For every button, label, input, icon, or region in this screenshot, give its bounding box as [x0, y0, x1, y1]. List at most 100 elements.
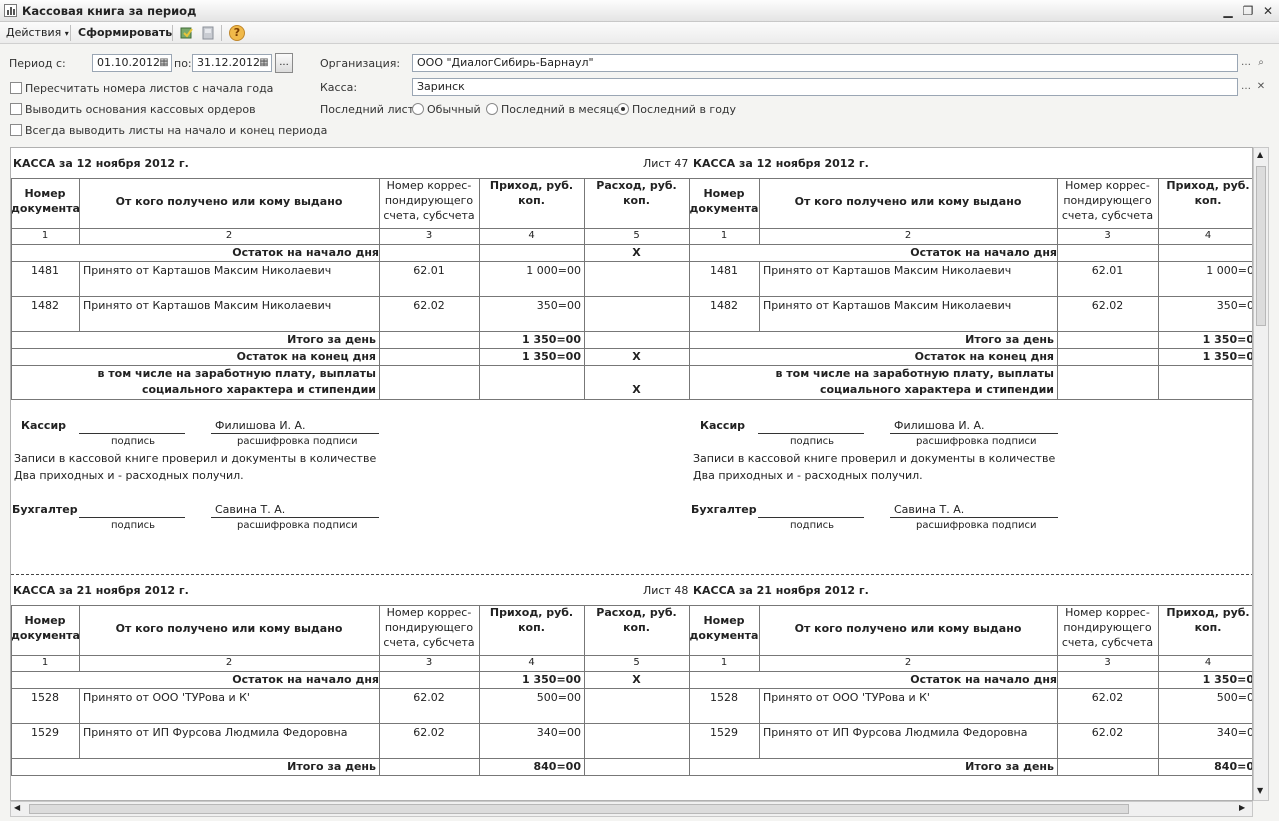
- table-rule: [584, 365, 585, 399]
- doc-number: 1528: [710, 691, 738, 704]
- verification-note: Записи в кассовой книге проверил и докум…: [14, 452, 377, 465]
- window-title: Кассовая книга за период: [22, 4, 197, 18]
- table-rule: [1158, 365, 1159, 399]
- table-rule: [11, 605, 12, 671]
- show-basis-checkbox[interactable]: [10, 103, 22, 115]
- total-amount: 1 350=00: [522, 333, 581, 346]
- clear-icon[interactable]: ✕: [1254, 78, 1268, 96]
- actions-menu[interactable]: Действия ▾: [6, 25, 69, 41]
- table-rule: [689, 348, 690, 365]
- account-number: 62.02: [413, 726, 445, 739]
- x-mark: X: [632, 350, 641, 363]
- table-rule: [11, 671, 1252, 672]
- table-rule: [689, 365, 690, 399]
- total-amount: 840=00: [533, 760, 582, 773]
- scrollbar-thumb[interactable]: [1256, 166, 1266, 326]
- table-rule: [1057, 758, 1058, 775]
- column-header: Номер документа: [689, 187, 759, 215]
- scroll-down-icon[interactable]: ▼: [1257, 786, 1263, 795]
- doc-number: 1482: [31, 299, 59, 312]
- table-rule: [379, 178, 380, 244]
- table-rule: [1158, 671, 1159, 688]
- account-number: 62.02: [1091, 299, 1124, 312]
- table-rule: [1057, 296, 1058, 331]
- account-number: 62.02: [413, 691, 445, 704]
- table-rule: [11, 244, 12, 261]
- row-description: Принято от Карташов Максим Николаевич: [83, 299, 332, 312]
- table-rule: [584, 178, 585, 244]
- column-header: Номер коррес- пондирующего счета, субсче…: [383, 606, 475, 649]
- table-rule: [11, 688, 1252, 689]
- table-rule: [11, 348, 12, 365]
- table-rule: [1158, 296, 1159, 331]
- cash-field[interactable]: Заринск: [412, 78, 1238, 96]
- table-rule: [479, 365, 480, 399]
- radio-last-year[interactable]: [617, 103, 629, 115]
- settings-icon[interactable]: [179, 25, 195, 41]
- title-bar: Кассовая книга за период ▁ ❐ ✕: [0, 0, 1279, 22]
- period-to-label: по:: [174, 57, 192, 70]
- restore-icon[interactable]: ❐: [1240, 3, 1256, 19]
- help-icon[interactable]: ?: [229, 25, 245, 41]
- vertical-scrollbar[interactable]: ▲ ▼: [1253, 147, 1269, 801]
- calendar-icon[interactable]: ▦: [157, 54, 171, 72]
- column-header: От кого получено или кому выдано: [794, 622, 1022, 635]
- horizontal-scrollbar[interactable]: ◀ ▶: [10, 801, 1253, 817]
- signature-line: [211, 517, 379, 518]
- accountant-name: Савина Т. А.: [215, 503, 286, 516]
- report-document[interactable]: КАССА за 12 ноября 2012 г. Лист 47 КАССА з…: [10, 147, 1253, 801]
- table-rule: [11, 399, 1252, 400]
- table-rule: [584, 244, 585, 261]
- radio-last-month[interactable]: [486, 103, 498, 115]
- close-icon[interactable]: ✕: [1260, 3, 1276, 19]
- account-number: 62.02: [413, 299, 445, 312]
- table-rule: [479, 244, 480, 261]
- column-number: 3: [1104, 657, 1111, 668]
- table-rule: [759, 688, 760, 723]
- minimize-icon[interactable]: ▁: [1220, 3, 1236, 19]
- table-rule: [479, 671, 480, 688]
- signature-line: [890, 433, 1058, 434]
- table-rule: [11, 671, 12, 688]
- scroll-left-icon[interactable]: ◀: [14, 803, 20, 812]
- accountant-label: Бухгалтер: [12, 503, 78, 516]
- cash-value: Заринск: [417, 80, 465, 93]
- sheet-separator: [11, 574, 1252, 575]
- column-number: 3: [425, 230, 433, 241]
- income-amount: 340=00: [536, 726, 581, 739]
- table-rule: [1057, 365, 1058, 399]
- period-select-button[interactable]: ...: [275, 53, 293, 73]
- table-rule: [379, 261, 380, 296]
- calendar-icon[interactable]: ▦: [257, 54, 271, 72]
- column-number: 4: [528, 230, 535, 241]
- total-day-label: Итого за день: [287, 760, 376, 773]
- table-rule: [11, 261, 12, 296]
- table-rule: [1158, 244, 1159, 261]
- organization-field[interactable]: ООО "ДиалогСибирь-Барнаул": [412, 54, 1238, 72]
- radio-normal[interactable]: [412, 103, 424, 115]
- select-icon[interactable]: …: [1239, 78, 1253, 96]
- table-rule: [689, 331, 690, 348]
- signature-caption: подпись: [790, 436, 834, 447]
- verification-note: Два приходных и - расходных получил.: [693, 469, 923, 482]
- always-sheets-checkbox[interactable]: [10, 124, 22, 136]
- generate-button[interactable]: Сформировать: [78, 25, 172, 41]
- table-rule: [479, 296, 480, 331]
- scrollbar-thumb[interactable]: [29, 804, 1129, 814]
- table-rule: [584, 723, 585, 758]
- select-icon[interactable]: …: [1239, 54, 1253, 72]
- income-amount: 340=0: [1216, 726, 1253, 739]
- column-header: Приход, руб. коп.: [489, 179, 574, 207]
- recount-checkbox[interactable]: [10, 82, 22, 94]
- column-header: Приход, руб. коп.: [1166, 606, 1250, 634]
- scroll-up-icon[interactable]: ▲: [1257, 150, 1263, 159]
- table-rule: [479, 331, 480, 348]
- doc-number: 1529: [710, 726, 738, 739]
- scroll-right-icon[interactable]: ▶: [1239, 803, 1245, 812]
- decoding-caption: расшифровка подписи: [916, 520, 1037, 531]
- search-icon[interactable]: ⌕: [1254, 54, 1268, 72]
- table-rule: [584, 758, 585, 775]
- chevron-down-icon: ▾: [64, 29, 69, 38]
- save-icon[interactable]: [200, 25, 216, 41]
- decoding-caption: расшифровка подписи: [237, 436, 358, 447]
